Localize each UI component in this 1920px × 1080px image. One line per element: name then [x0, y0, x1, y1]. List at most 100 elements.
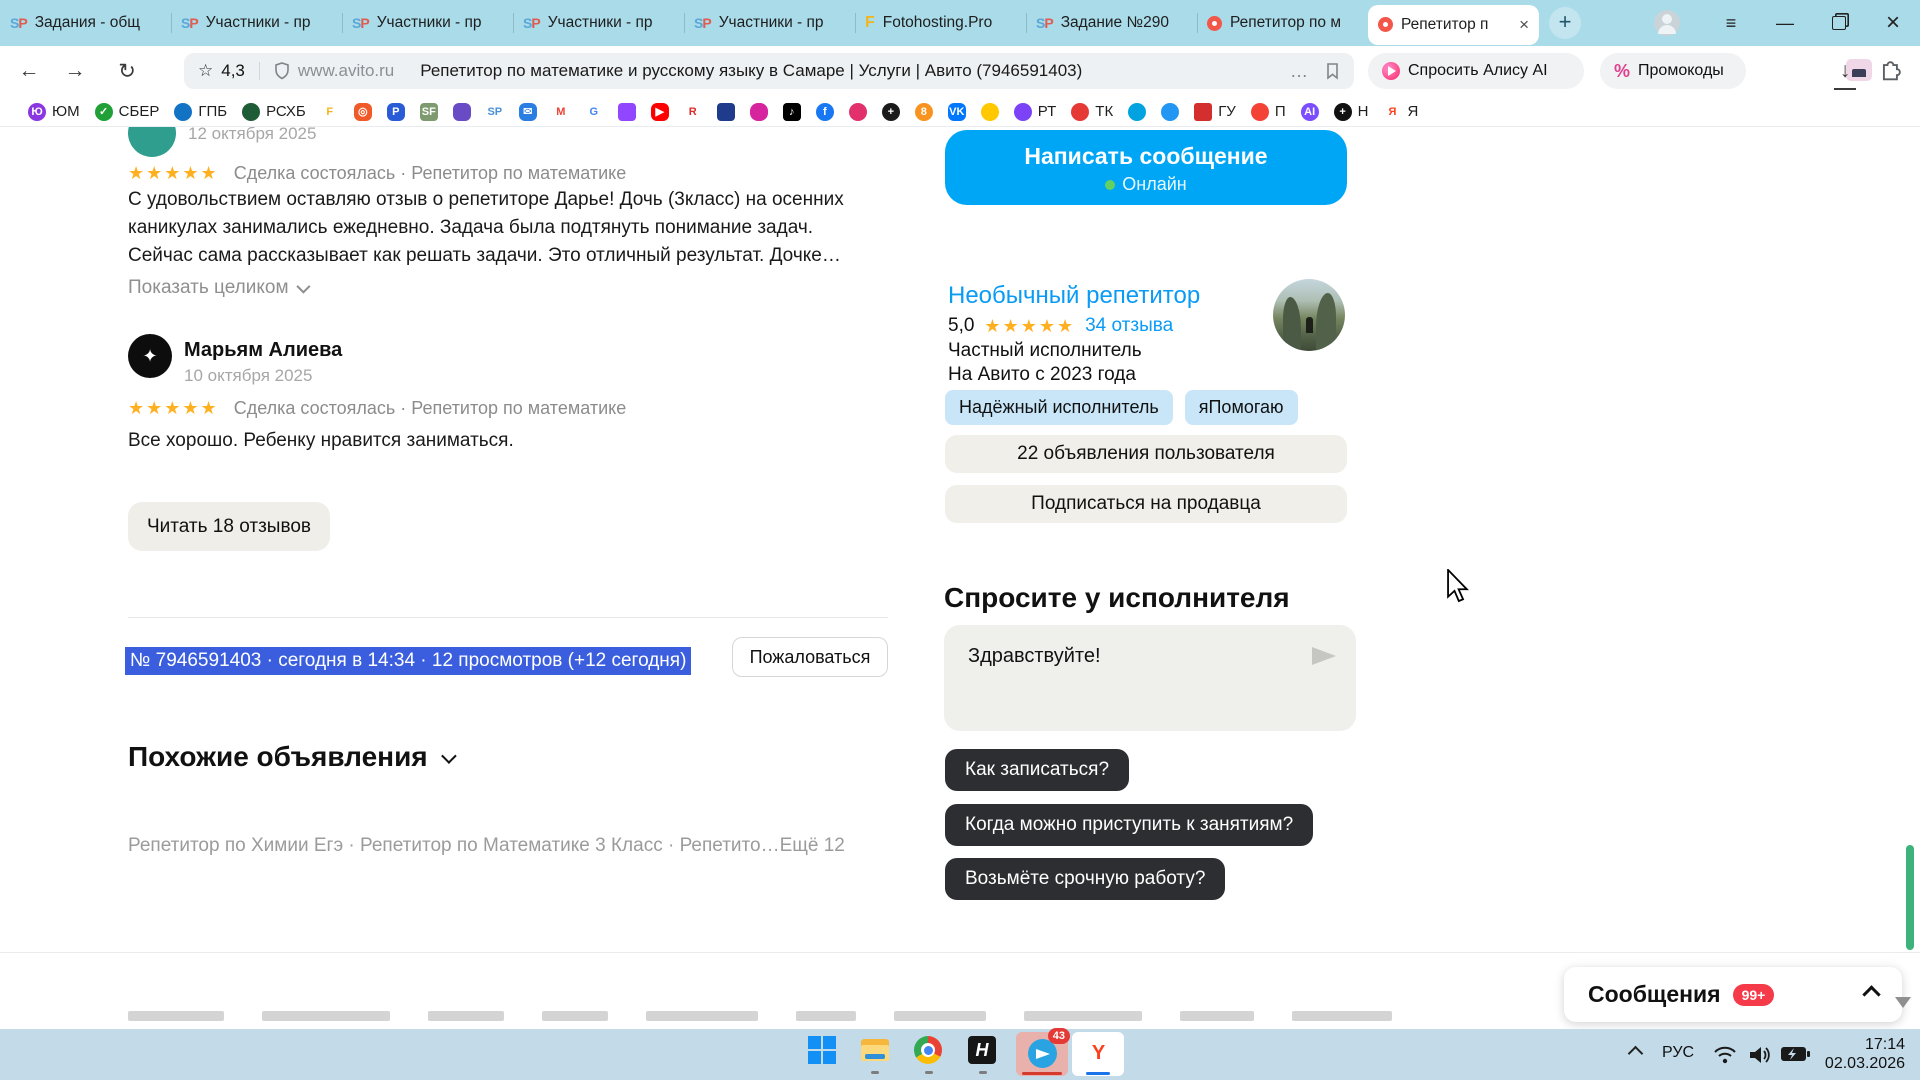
- reload-button[interactable]: ↻: [110, 55, 144, 87]
- bookmark-item[interactable]: 8: [914, 102, 933, 121]
- extensions-puzzle-icon[interactable]: [1878, 55, 1904, 87]
- footer-link-placeholder: [894, 1011, 986, 1021]
- browser-tab[interactable]: SP Участники - пр: [513, 0, 684, 46]
- tab-close-icon[interactable]: ×: [1519, 15, 1529, 35]
- bookmark-item[interactable]: [716, 102, 735, 121]
- bookmark-item[interactable]: [749, 102, 768, 121]
- report-button[interactable]: Пожаловаться: [732, 637, 888, 677]
- bookmark-label: Я: [1407, 103, 1419, 120]
- bookmark-item[interactable]: П: [1250, 102, 1286, 121]
- close-button[interactable]: ×: [1866, 0, 1920, 46]
- browser-tab[interactable]: SP Задания - общ: [0, 0, 171, 46]
- browser-tab[interactable]: SP Участники - пр: [684, 0, 855, 46]
- browser-tab-active[interactable]: Репетитор п ×: [1368, 4, 1539, 45]
- profile-icon[interactable]: [1654, 10, 1680, 36]
- file-explorer-icon[interactable]: [860, 1036, 890, 1066]
- browser-tab[interactable]: F Fotohosting.Pro: [855, 0, 1026, 46]
- wifi-icon[interactable]: [1712, 1042, 1738, 1068]
- browser-tab[interactable]: Репетитор по м: [1197, 0, 1368, 46]
- bookmark-item[interactable]: [617, 102, 636, 121]
- read-all-reviews-button[interactable]: Читать 18 отзывов: [128, 502, 330, 551]
- back-button[interactable]: ←: [12, 55, 46, 87]
- start-button[interactable]: [808, 1036, 838, 1066]
- bookmark-item[interactable]: SF: [419, 102, 438, 121]
- clock[interactable]: 17:14 02.03.2026: [1800, 1035, 1905, 1073]
- browser-tab[interactable]: SP Участники - пр: [171, 0, 342, 46]
- bookmark-item[interactable]: РСХБ: [242, 102, 306, 121]
- promo-button[interactable]: % Промокоды: [1600, 53, 1746, 89]
- ask-message-input[interactable]: Здравствуйте!: [944, 625, 1356, 731]
- restore-button[interactable]: [1812, 0, 1866, 46]
- seller-items-button[interactable]: 22 объявления пользователя: [945, 435, 1347, 473]
- seller-reviews-link[interactable]: 34 отзыва: [1085, 315, 1173, 337]
- browser-tab[interactable]: SP Задание №290: [1026, 0, 1197, 46]
- seller-avatar-photo[interactable]: [1273, 279, 1345, 351]
- avito-favicon: [1378, 17, 1393, 32]
- bookmark-item[interactable]: ▶: [650, 102, 669, 121]
- bookmark-item[interactable]: M: [552, 103, 570, 121]
- scrollbar-down-arrow[interactable]: [1895, 997, 1911, 1008]
- bookmark-favicon: G: [589, 105, 599, 118]
- chevron-up-icon[interactable]: [1862, 985, 1881, 1004]
- bookmark-item[interactable]: AI: [1300, 102, 1319, 121]
- bookmark-item[interactable]: Ю ЮМ: [28, 102, 80, 121]
- similar-listings-links[interactable]: Репетитор по Химии Егэ · Репетитор по Ма…: [128, 835, 845, 857]
- volume-icon[interactable]: [1746, 1042, 1772, 1068]
- bookmark-item[interactable]: ТК: [1071, 102, 1113, 121]
- footer-link-placeholder: [1292, 1011, 1392, 1021]
- address-bar[interactable]: ☆ 4,3 www.avito.ru Репетитор по математи…: [184, 53, 1354, 89]
- minimize-button[interactable]: —: [1758, 0, 1812, 46]
- keyboard-language[interactable]: РУС: [1662, 1044, 1694, 1062]
- security-shield-icon[interactable]: [274, 62, 290, 80]
- bookmark-item[interactable]: F: [321, 103, 339, 121]
- bookmark-item[interactable]: ГПБ: [174, 102, 227, 121]
- bookmark-item[interactable]: РТ: [1013, 102, 1056, 121]
- bookmark-item[interactable]: VK: [947, 102, 966, 121]
- bookmark-item[interactable]: [848, 102, 867, 121]
- bookmark-item[interactable]: ♪: [782, 102, 801, 121]
- bookmark-item[interactable]: [980, 102, 999, 121]
- bookmark-item[interactable]: +: [881, 102, 900, 121]
- footer-link-placeholder: [428, 1011, 504, 1021]
- telegram-icon[interactable]: 43: [1016, 1028, 1070, 1076]
- alice-ai-button[interactable]: Спросить Алису AI: [1368, 53, 1584, 89]
- bookmark-item[interactable]: [1161, 102, 1180, 121]
- bookmark-item[interactable]: G: [585, 103, 603, 121]
- send-icon[interactable]: [1312, 647, 1336, 665]
- quick-question-button[interactable]: Когда можно приступить к занятиям?: [945, 804, 1314, 846]
- bookmark-item[interactable]: ✉: [518, 102, 537, 121]
- quick-question-button[interactable]: Как записаться?: [945, 749, 1130, 791]
- bookmark-item[interactable]: Я Я: [1383, 103, 1419, 121]
- bookmark-item[interactable]: f: [815, 102, 834, 121]
- forward-button[interactable]: →: [58, 55, 92, 87]
- more-icon[interactable]: …: [1290, 61, 1310, 82]
- menu-icon[interactable]: ≡: [1704, 0, 1758, 46]
- bookmark-item[interactable]: + Н: [1333, 102, 1368, 121]
- bookmark-item[interactable]: ГУ: [1194, 102, 1236, 121]
- subscribe-button[interactable]: Подписаться на продавца: [945, 485, 1347, 523]
- quick-question-button[interactable]: Возьмёте срочную работу?: [945, 858, 1226, 900]
- bookmark-item[interactable]: [1128, 102, 1147, 121]
- bookmark-item[interactable]: P: [386, 102, 405, 121]
- url-host[interactable]: www.avito.ru: [298, 61, 394, 81]
- browser-tab[interactable]: SP Участники - пр: [342, 0, 513, 46]
- new-tab-button[interactable]: +: [1549, 7, 1581, 39]
- messages-panel[interactable]: Сообщения 99+: [1564, 967, 1902, 1022]
- downloads-icon[interactable]: ↓: [1834, 55, 1856, 90]
- site-rating-star-icon[interactable]: ☆: [198, 61, 213, 81]
- tab-title: Участники - пр: [376, 14, 482, 31]
- bookmark-item[interactable]: R: [684, 103, 702, 121]
- bookmark-item[interactable]: ✓ СБЕР: [94, 102, 159, 121]
- chrome-icon[interactable]: [914, 1036, 944, 1066]
- seller-name-link[interactable]: Необычный репетитор: [948, 282, 1200, 310]
- scrollbar-thumb[interactable]: [1906, 845, 1914, 950]
- bookmark-item[interactable]: ◎: [353, 102, 372, 121]
- bookmark-flag-icon[interactable]: [1324, 62, 1340, 80]
- bookmark-item[interactable]: SP: [486, 103, 504, 121]
- bookmark-item[interactable]: [452, 102, 471, 121]
- similar-listings-heading[interactable]: Похожие объявления: [128, 741, 457, 773]
- show-full-review-link[interactable]: Показать целиком: [128, 277, 311, 299]
- yandex-browser-icon[interactable]: Y: [1072, 1032, 1124, 1076]
- h-app-icon[interactable]: H: [968, 1036, 998, 1066]
- write-message-button[interactable]: Написать сообщение Онлайн: [945, 130, 1347, 205]
